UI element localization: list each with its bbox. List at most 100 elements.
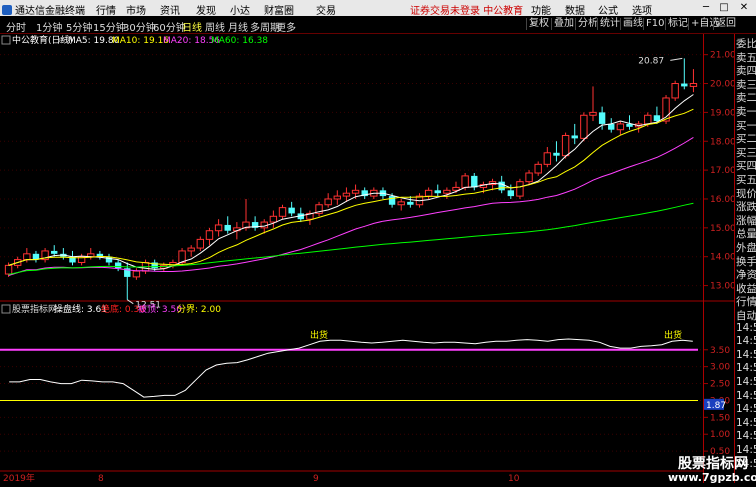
minimize-button[interactable]: ─ xyxy=(700,1,712,14)
date-axis: 2019年 8 9 10 xyxy=(3,472,520,484)
indicator-divider-label: 分界: 2.00 xyxy=(177,304,221,315)
candle-up xyxy=(424,189,433,197)
candle-up xyxy=(534,163,542,174)
period-more[interactable]: 更多 xyxy=(276,19,296,34)
maximize-button[interactable]: □ xyxy=(718,1,730,14)
menu-item-market[interactable]: 行情 xyxy=(96,2,116,17)
date-axis-year: 2019年 xyxy=(3,472,35,483)
price-tick: 17.00 xyxy=(710,166,735,176)
candle-down xyxy=(571,135,578,139)
indicator-tick: 2.50 xyxy=(710,380,730,390)
quote-panel-item: 14:5 xyxy=(736,416,756,429)
exit-signal-label: 出货 xyxy=(664,329,682,341)
indicator-tick: 3.00 xyxy=(710,363,730,373)
quote-panel-item: 14:5 xyxy=(736,389,756,402)
candle-up xyxy=(351,189,360,194)
quote-panel-item: 14:5 xyxy=(736,376,756,388)
quote-panel-item: 14:5 xyxy=(736,362,756,375)
app-title: 通达信金融终端 xyxy=(2,2,85,17)
period-30min[interactable]: 30分钟 xyxy=(123,19,156,34)
candle-down xyxy=(407,201,414,205)
dropdown-icon[interactable]: ⊕ xyxy=(58,36,66,46)
quote-panel: 委比 卖五 卖四 卖三 卖二 卖一 买一 买二 买三 买四 买五 现价 涨跌 涨幅 总量 外盘 换手 净资 收益 行情… xyxy=(734,34,756,483)
ma10-line xyxy=(8,108,694,266)
ma60-line xyxy=(8,202,694,275)
candle-down xyxy=(507,190,514,197)
login-status[interactable]: 证券交易未登录 中公教育 xyxy=(410,2,523,17)
price-tick: 14.00 xyxy=(710,253,735,263)
candle-down xyxy=(388,196,396,205)
date-axis-month-9: 9 xyxy=(313,474,319,483)
candle-up xyxy=(324,198,332,206)
candle-up xyxy=(443,189,451,194)
indicator-line xyxy=(9,338,693,398)
indicator-settings-icon[interactable] xyxy=(1,304,11,314)
back-button[interactable]: 返回 xyxy=(713,18,738,30)
candle-up xyxy=(214,224,223,232)
candle-up xyxy=(644,114,652,125)
adjust-button[interactable]: 复权 xyxy=(526,18,551,30)
candle-up xyxy=(689,83,698,87)
high-price-label: 20.87 xyxy=(638,56,664,66)
indicator-line-label: 操盘线: 3.61 xyxy=(54,303,107,315)
candle-up xyxy=(278,207,287,217)
ma10-label: MA10: 19.16 xyxy=(112,36,169,46)
candle-up xyxy=(333,195,341,200)
main-chart-header: 中公教育(日线) ⊕ MA5: 19.80 MA10: 19.16 MA20: … xyxy=(1,34,268,46)
menu-item-trade[interactable]: 交易 xyxy=(316,2,336,17)
app-logo-icon xyxy=(2,4,12,15)
period-weekly[interactable]: 周线 xyxy=(205,19,225,34)
candle-down xyxy=(105,256,113,263)
period-1min[interactable]: 1分钟 xyxy=(36,19,62,34)
candle-up xyxy=(543,152,552,165)
period-60min[interactable]: 60分钟 xyxy=(153,19,186,34)
candle-down xyxy=(114,262,122,269)
menu-item-wealth[interactable]: 财富圈 xyxy=(264,2,294,17)
stats-button[interactable]: 统计 xyxy=(597,18,622,30)
ma5-line xyxy=(8,94,694,270)
menu-item-functions[interactable]: 功能 xyxy=(531,2,551,17)
period-5min[interactable]: 5分钟 xyxy=(66,19,92,34)
chart-area[interactable]: 20.87 12.51 出货 出货 中公教育(日线) ⊕ MA5: 19.80 MA… xyxy=(0,34,703,484)
menu-item-markets[interactable]: 市场 xyxy=(126,2,146,17)
candle-up xyxy=(580,114,588,139)
candle-up xyxy=(461,175,469,188)
menu-item-news[interactable]: 资讯 xyxy=(160,2,180,17)
price-tick: 16.00 xyxy=(710,195,735,205)
price-tick: 21.00 xyxy=(710,51,735,61)
menu-item-formula[interactable]: 公式 xyxy=(598,2,618,17)
quote-panel-item: 14:5 xyxy=(736,403,756,416)
price-axis: 21.00 20.00 19.00 18.00 17.00 16.00 15.00 14.00… xyxy=(703,34,736,483)
candle-up xyxy=(525,172,533,183)
ma60-label: MA60: 16.38 xyxy=(211,36,268,46)
candle-down xyxy=(224,224,231,231)
candle-up xyxy=(662,97,670,122)
kline-chart[interactable]: 20.8712.51 出货 出货 中公教育(日线) ⊕ MA5: 19.80 MA… xyxy=(0,34,703,484)
draw-button[interactable]: 画线 xyxy=(620,18,645,30)
date-axis-month-8: 8 xyxy=(98,474,104,483)
price-axis-svg: 21.00 20.00 19.00 18.00 17.00 16.00 15.00 14.00… xyxy=(704,51,736,457)
candle-down xyxy=(434,190,441,194)
candle-down xyxy=(553,152,560,156)
period-toolbar: 分时 1分钟 5分钟 15分钟 30分钟 60分钟 日线 周线 月线 多周期 更… xyxy=(0,16,756,34)
candle-up xyxy=(342,192,351,197)
menu-item-xiaoda[interactable]: 小达 xyxy=(230,2,250,17)
period-daily[interactable]: 日线 xyxy=(182,19,202,34)
menu-item-discover[interactable]: 发现 xyxy=(196,2,216,17)
exit-signal-label: 出货 xyxy=(310,329,328,341)
menu-item-options[interactable]: 选项 xyxy=(632,2,652,17)
indicator-title: 股票指标网 xyxy=(12,303,57,315)
period-monthly[interactable]: 月线 xyxy=(228,19,248,34)
menu-bar: 通达信金融终端 行情 市场 资讯 发现 小达 财富圈 交易 证券交易未登录 中公… xyxy=(0,0,756,17)
overlay-button[interactable]: 叠加 xyxy=(551,18,576,30)
mark-button[interactable]: 标记 xyxy=(665,18,690,30)
candle-up xyxy=(196,238,205,249)
chart-settings-icon[interactable] xyxy=(1,35,11,45)
close-button[interactable]: ✕ xyxy=(738,1,750,14)
f10-button[interactable]: F10 xyxy=(643,18,666,30)
menu-item-data[interactable]: 数据 xyxy=(565,2,585,17)
indicator-layer: 出货 出货 xyxy=(0,329,703,452)
period-timeshare[interactable]: 分时 xyxy=(6,19,26,34)
period-15min[interactable]: 15分钟 xyxy=(93,19,126,34)
candle-up xyxy=(616,123,625,131)
